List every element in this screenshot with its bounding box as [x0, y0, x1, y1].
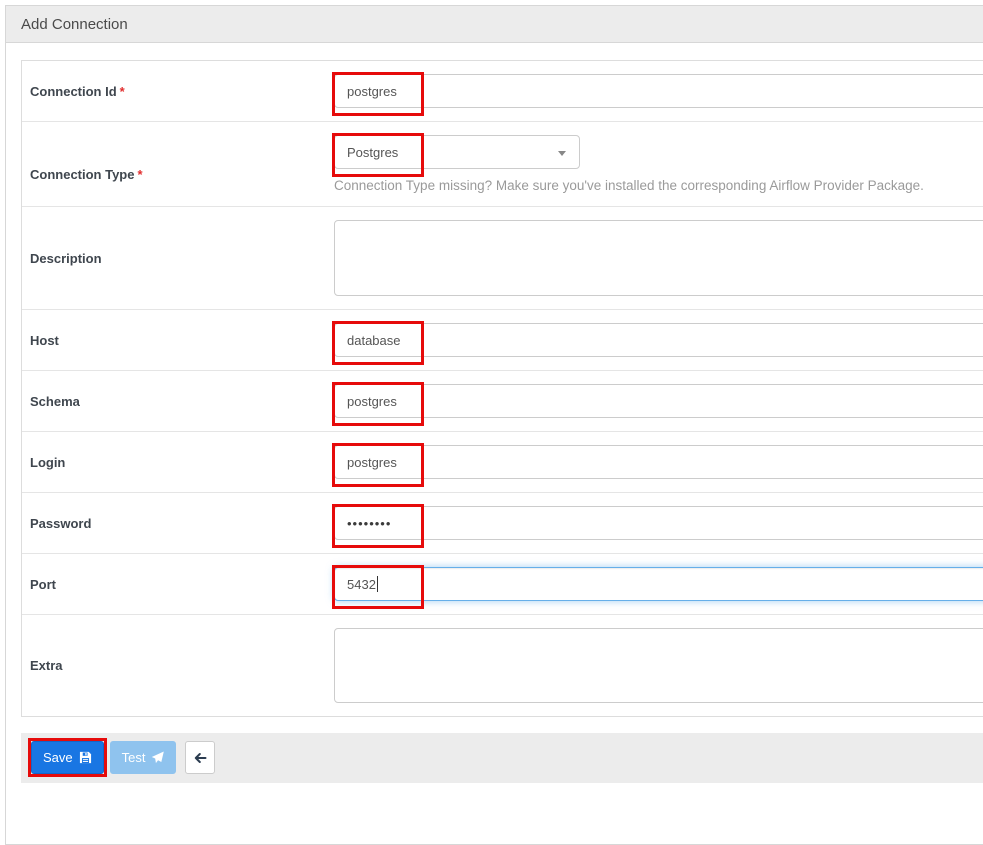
field-row-extra: Extra	[22, 615, 983, 716]
field-row-port: Port 5432	[22, 554, 983, 615]
field-row-schema: Schema	[22, 371, 983, 432]
annotation-highlight	[334, 384, 983, 418]
extra-label: Extra	[30, 658, 63, 673]
connection-type-label: Connection Type	[30, 167, 134, 182]
save-button-label: Save	[43, 750, 73, 765]
arrow-left-icon	[193, 751, 207, 765]
password-input[interactable]	[334, 506, 983, 540]
password-label: Password	[30, 516, 91, 531]
connection-id-label: Connection Id	[30, 84, 117, 99]
required-asterisk: *	[137, 167, 142, 182]
port-value: 5432	[347, 577, 376, 592]
test-button[interactable]: Test	[110, 741, 177, 774]
caret-down-icon	[558, 151, 566, 156]
panel-body: Connection Id* Connection Type* Postgres…	[6, 43, 983, 783]
connection-type-helper-text: Connection Type missing? Make sure you'v…	[334, 178, 983, 193]
connection-form: Connection Id* Connection Type* Postgres…	[21, 60, 983, 717]
annotation-highlight: 5432	[334, 567, 983, 601]
connection-id-input[interactable]	[334, 74, 983, 108]
description-textarea[interactable]	[334, 220, 983, 296]
field-row-connection-id: Connection Id*	[22, 61, 983, 122]
field-row-login: Login	[22, 432, 983, 493]
back-button[interactable]	[185, 741, 215, 774]
connection-type-select[interactable]: Postgres	[334, 135, 580, 169]
annotation-highlight	[334, 445, 983, 479]
page-title: Add Connection	[21, 16, 128, 33]
floppy-disk-icon	[79, 751, 92, 764]
schema-label: Schema	[30, 394, 80, 409]
add-connection-panel: Add Connection Connection Id* Connection…	[5, 5, 983, 845]
port-input[interactable]: 5432	[334, 567, 983, 601]
text-cursor	[377, 576, 378, 592]
schema-input[interactable]	[334, 384, 983, 418]
required-asterisk: *	[120, 84, 125, 99]
paper-plane-icon	[151, 751, 164, 764]
panel-header: Add Connection	[6, 6, 983, 43]
annotation-highlight: Save	[31, 741, 104, 774]
extra-textarea[interactable]	[334, 628, 983, 703]
save-button[interactable]: Save	[31, 741, 104, 774]
host-label: Host	[30, 333, 59, 348]
login-input[interactable]	[334, 445, 983, 479]
host-input[interactable]	[334, 323, 983, 357]
port-label: Port	[30, 577, 56, 592]
field-row-password: Password	[22, 493, 983, 554]
field-row-connection-type: Connection Type* Postgres Connection Typ…	[22, 122, 983, 207]
annotation-highlight	[334, 506, 983, 540]
field-row-description: Description	[22, 207, 983, 310]
field-row-host: Host	[22, 310, 983, 371]
annotation-highlight	[334, 74, 983, 108]
annotation-highlight	[334, 323, 983, 357]
description-label: Description	[30, 251, 102, 266]
form-footer: Save Test	[21, 733, 983, 783]
connection-type-selected-value: Postgres	[347, 145, 398, 160]
test-button-label: Test	[122, 750, 146, 765]
login-label: Login	[30, 455, 65, 470]
annotation-highlight: Postgres Connection Type missing? Make s…	[334, 135, 983, 193]
